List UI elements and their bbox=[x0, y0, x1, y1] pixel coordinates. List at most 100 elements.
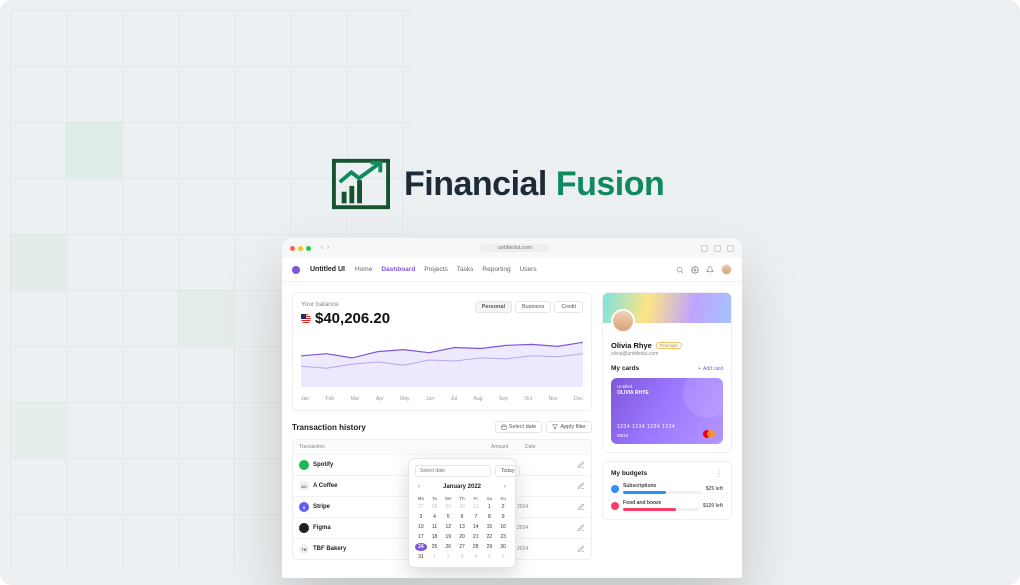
calendar-day[interactable]: 5 bbox=[484, 553, 496, 561]
month-tick: Sep bbox=[499, 396, 508, 402]
close-dot-icon[interactable] bbox=[290, 246, 295, 251]
edit-icon[interactable] bbox=[577, 461, 585, 469]
edit-icon[interactable] bbox=[577, 524, 585, 532]
tab-credit[interactable]: Credit bbox=[554, 301, 583, 313]
nav-item-home[interactable]: Home bbox=[355, 266, 372, 273]
calendar-day[interactable]: 21 bbox=[470, 533, 482, 541]
calendar-day[interactable]: 19 bbox=[442, 533, 454, 541]
today-button[interactable]: Today bbox=[495, 465, 520, 477]
calendar-day[interactable]: 20 bbox=[456, 533, 468, 541]
calendar-day[interactable]: 3 bbox=[456, 553, 468, 561]
select-date-button[interactable]: Select date bbox=[495, 421, 543, 433]
date-input[interactable] bbox=[415, 465, 491, 477]
add-card-button[interactable]: + Add card bbox=[698, 366, 723, 372]
forward-icon[interactable]: › bbox=[327, 245, 329, 251]
calendar-day[interactable]: 6 bbox=[456, 513, 468, 521]
calendar-day[interactable]: 9 bbox=[497, 513, 509, 521]
calendar-day[interactable]: 24 bbox=[415, 543, 427, 551]
calendar-day[interactable]: 17 bbox=[415, 533, 427, 541]
calendar-day[interactable]: 4 bbox=[470, 553, 482, 561]
calendar-day[interactable]: 1 bbox=[429, 553, 441, 561]
edit-icon[interactable] bbox=[577, 545, 585, 553]
calendar-day[interactable]: 3 bbox=[415, 513, 427, 521]
calendar-day[interactable]: 28 bbox=[429, 503, 441, 511]
grid-accent-square bbox=[10, 234, 66, 290]
tab-personal[interactable]: Personal bbox=[475, 301, 512, 313]
gear-icon[interactable] bbox=[691, 266, 699, 274]
balance-tabs: PersonalBusinessCredit bbox=[475, 301, 583, 313]
budget-item[interactable]: Subscriptions$25 left bbox=[611, 483, 723, 494]
apply-filter-button[interactable]: Apply filter bbox=[546, 421, 592, 433]
calendar-day[interactable]: 6 bbox=[497, 553, 509, 561]
url-bar[interactable]: untitledui.com bbox=[480, 244, 550, 252]
budget-remaining: $25 left bbox=[706, 486, 723, 492]
calendar-day[interactable]: 13 bbox=[456, 523, 468, 531]
dow-label: We bbox=[442, 496, 454, 501]
bell-icon[interactable] bbox=[706, 266, 714, 274]
calendar-day[interactable]: 5 bbox=[442, 513, 454, 521]
merchant-icon bbox=[299, 460, 309, 470]
calendar-day[interactable]: 27 bbox=[456, 543, 468, 551]
calendar-day[interactable]: 15 bbox=[484, 523, 496, 531]
calendar-day[interactable]: 8 bbox=[484, 513, 496, 521]
search-icon[interactable] bbox=[676, 266, 684, 274]
calendar-day[interactable]: 4 bbox=[429, 513, 441, 521]
calendar-day[interactable]: 29 bbox=[484, 543, 496, 551]
calendar-day[interactable]: 1 bbox=[484, 503, 496, 511]
plus-icon[interactable] bbox=[714, 245, 721, 252]
credit-card[interactable]: Untitled OLIVIA RHYE 1234 1234 1234 1234… bbox=[611, 378, 723, 444]
merchant-icon: TB bbox=[299, 544, 309, 554]
maximize-dot-icon[interactable] bbox=[306, 246, 311, 251]
budget-item[interactable]: Food and booze$120 left bbox=[611, 500, 723, 511]
profile-avatar[interactable] bbox=[611, 309, 635, 333]
calendar-day[interactable]: 26 bbox=[442, 543, 454, 551]
back-icon[interactable]: ‹ bbox=[321, 245, 323, 251]
month-tick: Aug bbox=[474, 396, 483, 402]
calendar-day[interactable]: 7 bbox=[470, 513, 482, 521]
date-picker-popover: Today ‹ January 2022 › MoTuWeThFrSaSu272… bbox=[408, 458, 516, 568]
calendar-day[interactable]: 23 bbox=[497, 533, 509, 541]
add-card-label: Add card bbox=[703, 366, 723, 372]
calendar-day[interactable]: 30 bbox=[497, 543, 509, 551]
edit-icon[interactable] bbox=[577, 482, 585, 490]
calendar-day[interactable]: 30 bbox=[456, 503, 468, 511]
nav-item-reporting[interactable]: Reporting bbox=[482, 266, 510, 273]
calendar-day[interactable]: 31 bbox=[415, 553, 427, 561]
dow-label: Su bbox=[497, 496, 509, 501]
calendar-day[interactable]: 14 bbox=[470, 523, 482, 531]
calendar-day[interactable]: 2 bbox=[497, 503, 509, 511]
calendar-day[interactable]: 16 bbox=[497, 523, 509, 531]
dow-label: Tu bbox=[429, 496, 441, 501]
next-month-button[interactable]: › bbox=[501, 483, 509, 491]
tabs-icon[interactable] bbox=[727, 245, 734, 252]
calendar-day[interactable]: 29 bbox=[442, 503, 454, 511]
card-number: 1234 1234 1234 1234 bbox=[617, 424, 675, 430]
tab-business[interactable]: Business bbox=[515, 301, 551, 313]
calendar-day[interactable]: 31 bbox=[470, 503, 482, 511]
select-date-label: Select date bbox=[509, 424, 537, 430]
nav-item-projects[interactable]: Projects bbox=[424, 266, 447, 273]
nav-item-dashboard[interactable]: Dashboard bbox=[381, 266, 415, 273]
calendar-day[interactable]: 25 bbox=[429, 543, 441, 551]
more-icon[interactable]: ⋮ bbox=[715, 472, 723, 476]
nav-item-users[interactable]: Users bbox=[520, 266, 537, 273]
edit-icon[interactable] bbox=[577, 503, 585, 511]
calendar-day[interactable]: 22 bbox=[484, 533, 496, 541]
card-brand-label: Untitled bbox=[617, 384, 717, 389]
calendar-day[interactable]: 18 bbox=[429, 533, 441, 541]
prev-month-button[interactable]: ‹ bbox=[415, 483, 423, 491]
traffic-lights bbox=[290, 246, 311, 251]
minimize-dot-icon[interactable] bbox=[298, 246, 303, 251]
share-icon[interactable] bbox=[701, 245, 708, 252]
user-avatar[interactable] bbox=[721, 264, 732, 275]
calendar-day[interactable]: 2 bbox=[442, 553, 454, 561]
nav-item-tasks[interactable]: Tasks bbox=[457, 266, 474, 273]
calendar-day[interactable]: 12 bbox=[442, 523, 454, 531]
calendar-day[interactable]: 10 bbox=[415, 523, 427, 531]
calendar-day[interactable]: 27 bbox=[415, 503, 427, 511]
grid-accent-square bbox=[66, 122, 122, 178]
browser-chrome-bar: ‹ › untitledui.com bbox=[282, 238, 742, 258]
calendar-day[interactable]: 28 bbox=[470, 543, 482, 551]
calendar-day[interactable]: 11 bbox=[429, 523, 441, 531]
month-tick: Jan bbox=[301, 396, 309, 402]
